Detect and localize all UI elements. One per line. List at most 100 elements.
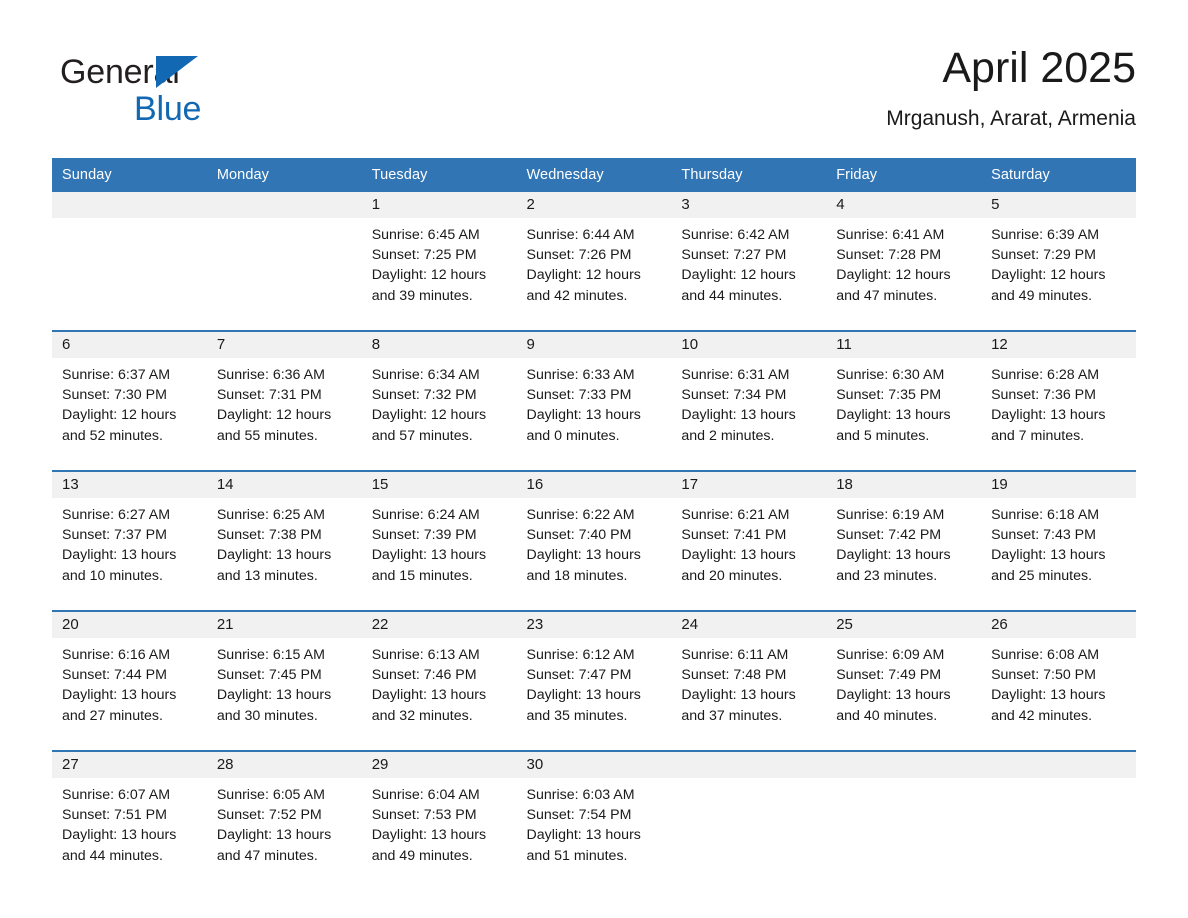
day-details: Sunrise: 6:22 AM Sunset: 7:40 PM Daylight:… bbox=[517, 498, 672, 586]
calendar-day-cell[interactable]: 1 Sunrise: 6:45 AM Sunset: 7:25 PM Daylight… bbox=[361, 192, 517, 320]
calendar-day-cell[interactable]: 9 Sunrise: 6:33 AM Sunset: 7:33 PM Daylight… bbox=[516, 331, 672, 460]
day-details: Sunrise: 6:36 AM Sunset: 7:31 PM Daylight:… bbox=[207, 358, 362, 446]
daylight-text-line2: and 30 minutes. bbox=[216, 707, 318, 724]
day-details: Sunrise: 6:12 AM Sunset: 7:47 PM Daylight:… bbox=[517, 638, 672, 726]
sunset-text: Sunset: 7:30 PM bbox=[62, 387, 167, 404]
daylight-text-line2: and 57 minutes. bbox=[371, 427, 473, 444]
calendar-day-cell[interactable]: 2 Sunrise: 6:44 AM Sunset: 7:26 PM Daylight… bbox=[516, 192, 672, 320]
daylight-text-line1: Daylight: 12 hours bbox=[681, 267, 796, 284]
calendar-day-cell[interactable]: 19 Sunrise: 6:18 AM Sunset: 7:43 PM Dayligh… bbox=[981, 471, 1136, 600]
daylight-text-line2: and 52 minutes. bbox=[62, 427, 163, 444]
day-number: 2 bbox=[516, 192, 672, 218]
day-details: Sunrise: 6:11 AM Sunset: 7:48 PM Daylight:… bbox=[671, 638, 826, 726]
calendar-day-cell[interactable]: 8 Sunrise: 6:34 AM Sunset: 7:32 PM Daylight… bbox=[361, 331, 517, 460]
calendar-day-cell[interactable]: 29 Sunrise: 6:04 AM Sunset: 7:53 PM Dayligh… bbox=[361, 751, 517, 880]
day-number: 1 bbox=[361, 192, 517, 218]
sunrise-text: Sunrise: 6:04 AM bbox=[371, 787, 480, 803]
day-details: Sunrise: 6:03 AM Sunset: 7:54 PM Daylight:… bbox=[517, 778, 672, 866]
daylight-text-line1: Daylight: 12 hours bbox=[836, 267, 951, 284]
daylight-text-line1: Daylight: 13 hours bbox=[526, 547, 641, 564]
daylight-text-line1: Daylight: 13 hours bbox=[836, 687, 951, 704]
sunrise-text: Sunrise: 6:34 AM bbox=[371, 367, 480, 383]
daylight-text-line1: Daylight: 12 hours bbox=[62, 407, 177, 424]
sunset-text: Sunset: 7:40 PM bbox=[526, 527, 632, 544]
calendar-day-cell[interactable]: 6 Sunrise: 6:37 AM Sunset: 7:30 PM Daylight… bbox=[52, 331, 207, 460]
daylight-text-line1: Daylight: 13 hours bbox=[681, 547, 796, 564]
daylight-text-line2: and 18 minutes. bbox=[526, 567, 628, 584]
calendar-page: General Blue April 2025 Mrganush, Ararat… bbox=[0, 0, 1188, 918]
day-details: Sunrise: 6:24 AM Sunset: 7:39 PM Daylight:… bbox=[362, 498, 517, 586]
calendar-day-cell[interactable]: 28 Sunrise: 6:05 AM Sunset: 7:52 PM Dayligh… bbox=[206, 751, 362, 880]
calendar-day-cell[interactable]: 24 Sunrise: 6:11 AM Sunset: 7:48 PM Dayligh… bbox=[671, 611, 827, 740]
day-number: 5 bbox=[981, 192, 1136, 218]
calendar-day-cell[interactable]: 11 Sunrise: 6:30 AM Sunset: 7:35 PM Dayligh… bbox=[826, 331, 982, 460]
calendar-day-cell[interactable]: 4 Sunrise: 6:41 AM Sunset: 7:28 PM Daylight… bbox=[826, 192, 982, 320]
sunset-text: Sunset: 7:46 PM bbox=[371, 667, 477, 684]
daylight-text-line1: Daylight: 13 hours bbox=[526, 827, 641, 844]
day-details: Sunrise: 6:16 AM Sunset: 7:44 PM Daylight:… bbox=[52, 638, 207, 726]
day-number: 15 bbox=[361, 472, 517, 498]
day-number: 23 bbox=[516, 612, 672, 638]
calendar-day-cell[interactable]: 16 Sunrise: 6:22 AM Sunset: 7:40 PM Dayligh… bbox=[516, 471, 672, 600]
daylight-text-line1: Daylight: 13 hours bbox=[991, 687, 1106, 704]
calendar-day-cell[interactable]: 12 Sunrise: 6:28 AM Sunset: 7:36 PM Dayligh… bbox=[981, 331, 1136, 460]
weekday-header-tuesday: Tuesday bbox=[361, 158, 517, 192]
daylight-text-line1: Daylight: 13 hours bbox=[526, 687, 641, 704]
daylight-text-line2: and 49 minutes. bbox=[371, 847, 473, 864]
calendar-day-cell[interactable]: 15 Sunrise: 6:24 AM Sunset: 7:39 PM Dayligh… bbox=[361, 471, 517, 600]
calendar-day-cell[interactable]: 25 Sunrise: 6:09 AM Sunset: 7:49 PM Dayligh… bbox=[826, 611, 982, 740]
daylight-text-line1: Daylight: 13 hours bbox=[836, 407, 951, 424]
calendar-day-cell[interactable]: 21 Sunrise: 6:15 AM Sunset: 7:45 PM Dayligh… bbox=[206, 611, 362, 740]
calendar-day-cell[interactable]: 7 Sunrise: 6:36 AM Sunset: 7:31 PM Daylight… bbox=[206, 331, 362, 460]
sunset-text: Sunset: 7:33 PM bbox=[526, 387, 632, 404]
day-details: Sunrise: 6:45 AM Sunset: 7:25 PM Daylight:… bbox=[362, 218, 517, 306]
calendar-day-cell[interactable]: 18 Sunrise: 6:19 AM Sunset: 7:42 PM Dayligh… bbox=[826, 471, 982, 600]
daylight-text-line2: and 0 minutes. bbox=[526, 427, 620, 444]
calendar-day-cell[interactable]: 27 Sunrise: 6:07 AM Sunset: 7:51 PM Dayligh… bbox=[52, 751, 207, 880]
daylight-text-line2: and 15 minutes. bbox=[371, 567, 473, 584]
day-number: 7 bbox=[206, 332, 362, 358]
sunrise-text: Sunrise: 6:19 AM bbox=[836, 507, 945, 523]
calendar-day-cell[interactable]: 17 Sunrise: 6:21 AM Sunset: 7:41 PM Dayligh… bbox=[671, 471, 827, 600]
day-number: 25 bbox=[826, 612, 982, 638]
daylight-text-line2: and 35 minutes. bbox=[526, 707, 628, 724]
sunset-text: Sunset: 7:51 PM bbox=[62, 807, 167, 824]
sunrise-text: Sunrise: 6:11 AM bbox=[681, 647, 789, 663]
day-details: Sunrise: 6:05 AM Sunset: 7:52 PM Daylight:… bbox=[207, 778, 362, 866]
sunset-text: Sunset: 7:47 PM bbox=[526, 667, 632, 684]
day-number: 13 bbox=[52, 472, 207, 498]
calendar-day-cell[interactable]: 26 Sunrise: 6:08 AM Sunset: 7:50 PM Dayligh… bbox=[981, 611, 1136, 740]
day-details: Sunrise: 6:21 AM Sunset: 7:41 PM Daylight:… bbox=[671, 498, 826, 586]
sunset-text: Sunset: 7:44 PM bbox=[62, 667, 167, 684]
day-details: Sunrise: 6:41 AM Sunset: 7:28 PM Daylight:… bbox=[826, 218, 981, 306]
day-details: Sunrise: 6:37 AM Sunset: 7:30 PM Daylight:… bbox=[52, 358, 207, 446]
general-blue-logo[interactable]: General Blue bbox=[60, 52, 320, 138]
calendar-day-cell[interactable]: 30 Sunrise: 6:03 AM Sunset: 7:54 PM Dayligh… bbox=[516, 751, 672, 880]
week-spacer-cell bbox=[52, 600, 1136, 611]
daylight-text-line2: and 27 minutes. bbox=[62, 707, 163, 724]
calendar-day-cell[interactable]: 22 Sunrise: 6:13 AM Sunset: 7:46 PM Dayligh… bbox=[361, 611, 517, 740]
daylight-text-line2: and 13 minutes. bbox=[216, 567, 318, 584]
calendar-day-cell[interactable]: 3 Sunrise: 6:42 AM Sunset: 7:27 PM Daylight… bbox=[671, 192, 827, 320]
calendar-day-cell[interactable]: 20 Sunrise: 6:16 AM Sunset: 7:44 PM Dayligh… bbox=[52, 611, 207, 740]
daylight-text-line1: Daylight: 13 hours bbox=[62, 827, 177, 844]
calendar-week-row: 6 Sunrise: 6:37 AM Sunset: 7:30 PM Daylight… bbox=[52, 331, 1136, 460]
calendar-day-cell[interactable]: 23 Sunrise: 6:12 AM Sunset: 7:47 PM Dayligh… bbox=[516, 611, 672, 740]
calendar-empty-cell bbox=[826, 751, 982, 880]
day-details: Sunrise: 6:42 AM Sunset: 7:27 PM Daylight:… bbox=[671, 218, 826, 306]
day-details: Sunrise: 6:15 AM Sunset: 7:45 PM Daylight:… bbox=[207, 638, 362, 726]
daylight-text-line1: Daylight: 13 hours bbox=[216, 687, 332, 704]
calendar-day-cell[interactable]: 13 Sunrise: 6:27 AM Sunset: 7:37 PM Dayligh… bbox=[52, 471, 207, 600]
calendar-day-cell[interactable]: 14 Sunrise: 6:25 AM Sunset: 7:38 PM Dayligh… bbox=[206, 471, 362, 600]
sunrise-text: Sunrise: 6:09 AM bbox=[836, 647, 945, 663]
calendar-day-cell[interactable]: 10 Sunrise: 6:31 AM Sunset: 7:34 PM Dayligh… bbox=[671, 331, 827, 460]
day-details: Sunrise: 6:28 AM Sunset: 7:36 PM Daylight:… bbox=[981, 358, 1136, 446]
daylight-text-line1: Daylight: 12 hours bbox=[371, 407, 487, 424]
sunset-text: Sunset: 7:31 PM bbox=[216, 387, 322, 404]
day-details: Sunrise: 6:04 AM Sunset: 7:53 PM Daylight:… bbox=[362, 778, 517, 866]
calendar-day-cell[interactable]: 5 Sunrise: 6:39 AM Sunset: 7:29 PM Daylight… bbox=[981, 192, 1136, 320]
day-number: 18 bbox=[826, 472, 982, 498]
day-number: 26 bbox=[981, 612, 1136, 638]
day-number: 30 bbox=[516, 752, 672, 778]
daylight-text-line2: and 51 minutes. bbox=[526, 847, 628, 864]
